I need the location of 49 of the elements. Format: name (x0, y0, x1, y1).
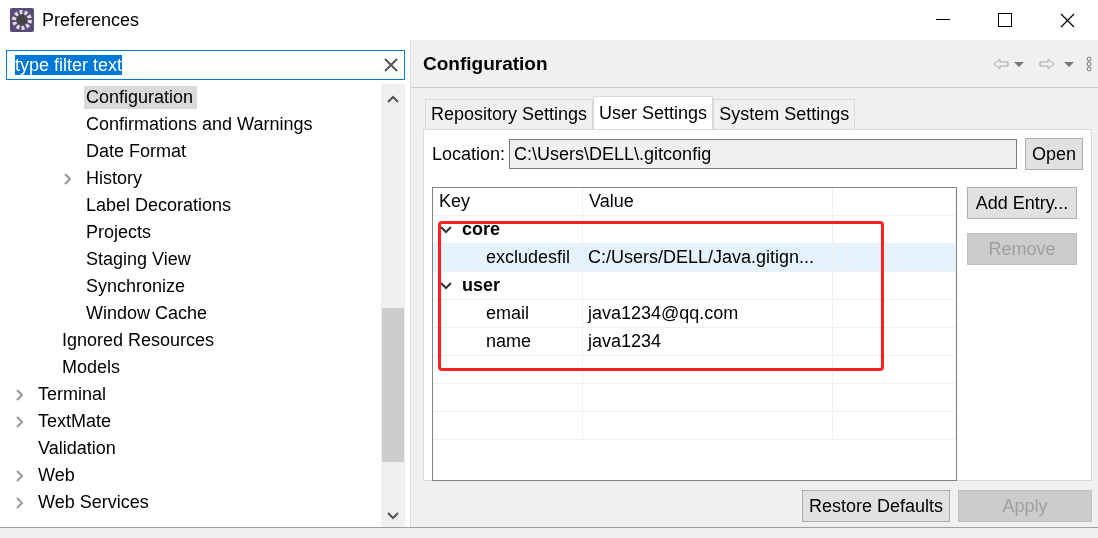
table-row[interactable]: email java1234@qq.com (433, 300, 956, 328)
dialog-button[interactable]: Restore Defaults (801, 490, 950, 522)
close-icon[interactable] (1059, 12, 1075, 28)
tree-item[interactable]: Models (60, 356, 125, 379)
table-cell: email (486, 303, 529, 324)
column-header: Key (439, 191, 471, 212)
minimize-icon[interactable] (936, 19, 950, 21)
entry-button[interactable]: Add Entry... (967, 187, 1077, 219)
scrollbar[interactable] (381, 84, 405, 527)
tree-item[interactable]: Date Format (84, 140, 191, 163)
navigation-icons[interactable] (992, 55, 1092, 72)
table-row[interactable]: name java1234 (433, 328, 956, 356)
tree-item[interactable]: Web (36, 464, 79, 487)
tree-item[interactable]: Synchronize (84, 275, 190, 298)
column-header: Value (589, 191, 634, 212)
settings-tab[interactable]: System Settings (713, 99, 856, 129)
tree-item[interactable]: Confirmations and Warnings (84, 113, 317, 136)
settings-tab[interactable]: User Settings (593, 96, 714, 129)
tree-item[interactable]: Ignored Resources (60, 329, 219, 352)
tree-item[interactable]: Terminal (36, 383, 111, 406)
tree-item[interactable]: Window Cache (84, 302, 212, 325)
location-label: Location: (432, 143, 506, 165)
tree-item[interactable]: Staging View (84, 248, 195, 271)
tree-item[interactable]: Configuration (84, 86, 198, 109)
tree-item[interactable]: Validation (36, 437, 120, 460)
tree-item[interactable]: History (84, 167, 146, 190)
table-cell: java1234@qq.com (588, 303, 739, 324)
table-cell: C:/Users/DELL/Java.gitign... (588, 247, 815, 268)
table-cell: core (462, 219, 501, 240)
table-cell: java1234 (588, 331, 662, 352)
maximize-icon[interactable] (998, 13, 1012, 27)
tree-item[interactable]: Web Services (36, 491, 153, 514)
scroll-down-icon[interactable] (386, 511, 400, 521)
clear-icon[interactable] (384, 58, 398, 72)
open-button[interactable]: Open (1024, 138, 1083, 170)
location-field[interactable]: C:\Users\DELL\.gitconfig (509, 139, 1017, 169)
tree-item[interactable]: TextMate (36, 410, 116, 433)
table-cell: name (486, 331, 532, 352)
table-cell: excludesfil (486, 247, 571, 268)
tree-item[interactable]: Label Decorations (84, 194, 236, 217)
scroll-up-icon[interactable] (386, 94, 400, 104)
window-title: Preferences (42, 9, 141, 31)
filter-field[interactable]: type filter text (6, 50, 405, 80)
page-title: Configuration (423, 52, 549, 75)
gear-icon (10, 8, 34, 32)
settings-tab[interactable]: Repository Settings (425, 99, 594, 129)
tree-item[interactable]: Projects (84, 221, 156, 244)
table-row[interactable]: excludesfil C:/Users/DELL/Java.gitign... (433, 244, 956, 272)
table-cell: user (462, 275, 501, 296)
